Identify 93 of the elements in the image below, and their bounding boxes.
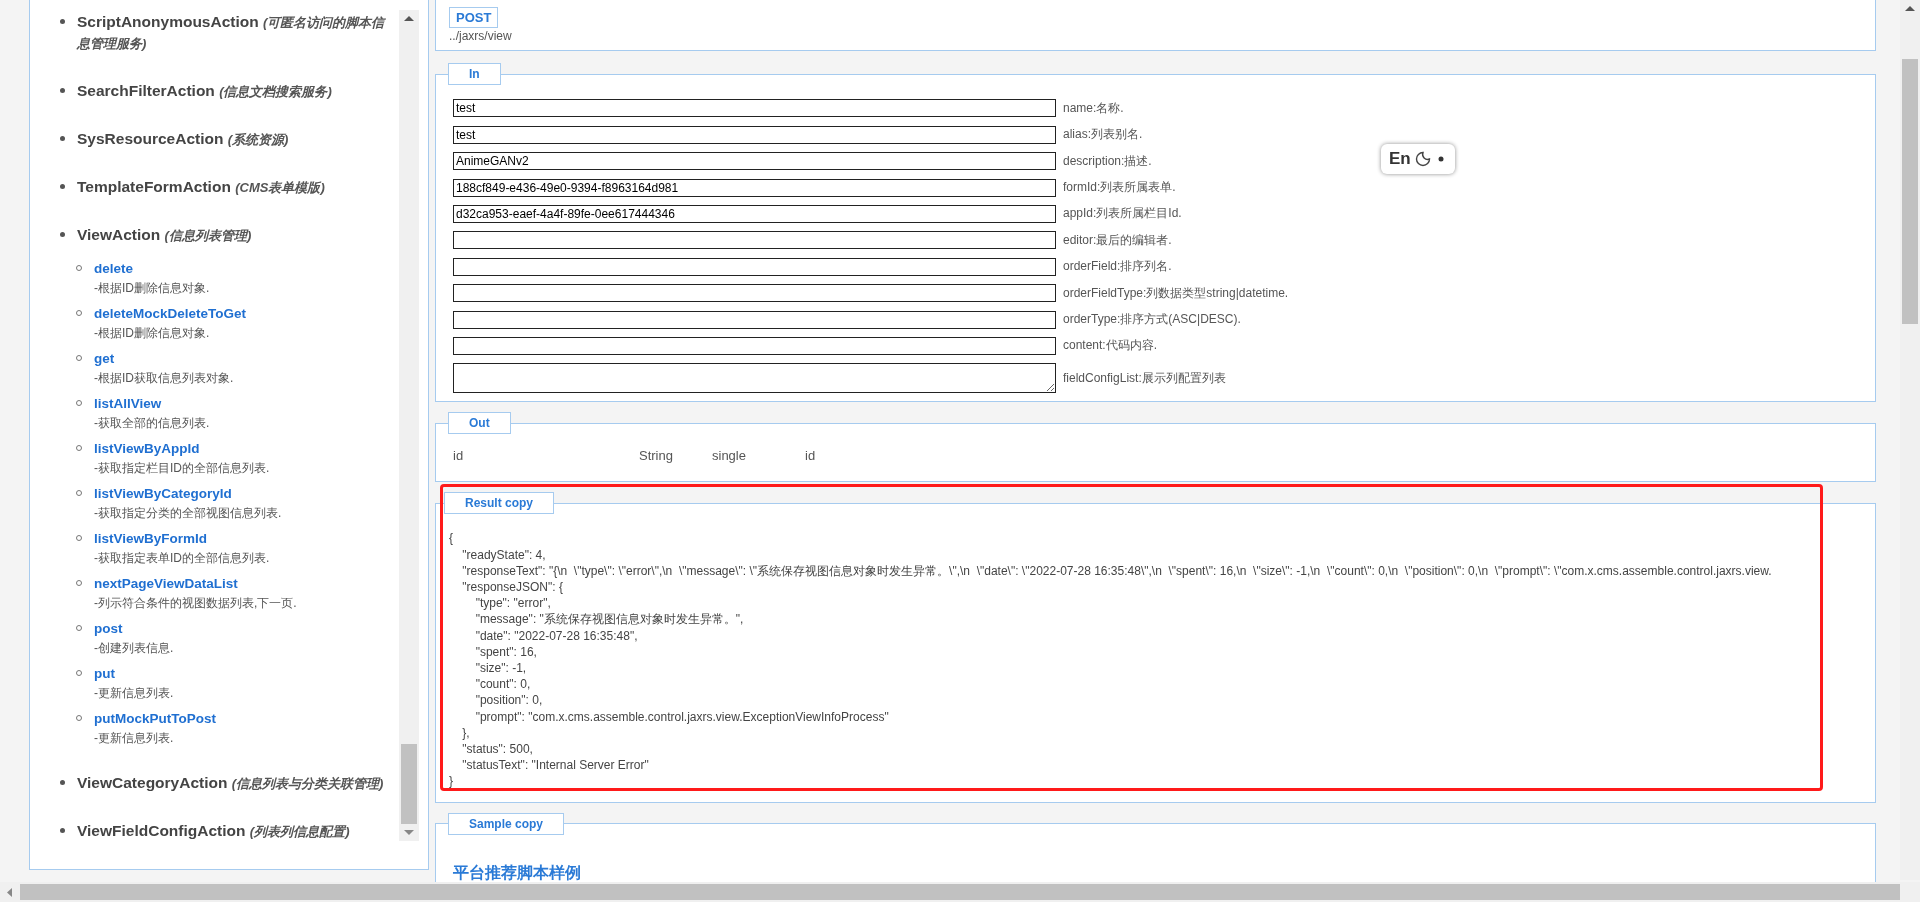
- method-link[interactable]: nextPageViewDataList: [94, 575, 297, 593]
- page-scrollbar[interactable]: [1900, 0, 1920, 880]
- code-line: "responseText": "{\n \"type\": \"error\",\n \"message\": \"系统保存视图信息对象时发生异常。\",\n \"date\": \"2022-07-28 16:35:48\",\n \"spent\": 16,\n \"size\": -1,\n \"count\": 0,\n \"position\": 0,\n \"prompt\": \"com.x.cms.assemble.control.jaxrs.view.: [461, 562, 1773, 579]
- field-label: name:名称.: [1063, 99, 1124, 117]
- method-badge: POST: [449, 7, 499, 28]
- code-line: "readyState": 4,: [461, 546, 547, 563]
- field-label: alias:列表别名.: [1063, 126, 1143, 144]
- field-label: appId:列表所属栏目Id.: [1063, 205, 1182, 223]
- scrollbar[interactable]: [399, 10, 419, 841]
- bullet-icon: [60, 88, 65, 93]
- field-label: description:描述.: [1063, 152, 1152, 170]
- bullet-icon: [60, 232, 65, 237]
- section-legend: Sample copy: [448, 812, 565, 835]
- moon-icon: [1414, 151, 1431, 167]
- group-title[interactable]: ScriptAnonymousAction (可匿名访问的脚本信息管理服务): [77, 12, 395, 54]
- method-description: -获取指定分类的全部视图信息列表.: [94, 505, 282, 521]
- method-description: -获取指定栏目ID的全部信息列表.: [94, 460, 270, 476]
- method-link[interactable]: listViewByFormId: [94, 530, 270, 548]
- group-title[interactable]: SysResourceAction (系统资源): [77, 129, 395, 150]
- method-description: -更新信息列表.: [94, 685, 174, 701]
- field-label: content:代码内容.: [1063, 337, 1158, 355]
- input-field[interactable]: [453, 231, 1056, 250]
- code-line: "position": 0,: [474, 692, 544, 709]
- input-field[interactable]: 188cf849-e436-49e0-9394-f8963164d981: [453, 178, 1056, 197]
- method-link[interactable]: listViewByAppId: [94, 440, 270, 458]
- input-field[interactable]: [453, 257, 1056, 276]
- field-label: orderFieldType:列数据类型string|datetime.: [1063, 284, 1289, 302]
- input-field[interactable]: [453, 310, 1056, 329]
- method-description: -创建列表信息.: [94, 640, 174, 656]
- code-line: "responseJSON": {: [461, 578, 564, 596]
- input-field[interactable]: d32ca953-eaef-4a4f-89fe-0ee617444346: [453, 204, 1056, 223]
- input-field[interactable]: test: [453, 99, 1056, 118]
- output-cell-text: single: [712, 448, 747, 464]
- method-link[interactable]: post: [94, 620, 174, 638]
- code-line: }: [449, 773, 454, 790]
- code-line: "size": -1,: [474, 659, 528, 677]
- field-label: editor:最后的编辑者.: [1063, 231, 1172, 249]
- scrollbar-thumb[interactable]: [401, 744, 417, 824]
- field-label: orderField:排序列名.: [1063, 258, 1172, 276]
- input-field[interactable]: [453, 336, 1056, 355]
- method-link[interactable]: delete: [94, 260, 210, 278]
- scrollbar-thumb[interactable]: [1902, 59, 1918, 324]
- bullet-icon: [60, 780, 65, 785]
- code-line: "spent": 16,: [474, 643, 538, 660]
- section-legend: Result copy: [444, 492, 554, 515]
- code-line: "type": "error",: [474, 595, 552, 612]
- field-label: formId:列表所属表单.: [1063, 179, 1176, 197]
- section-legend: Out: [448, 412, 511, 435]
- group-title[interactable]: TemplateFormAction (CMS表单模版): [77, 177, 395, 198]
- bullet-icon: [60, 19, 65, 24]
- group-title[interactable]: SearchFilterAction (信息文档搜索服务): [77, 81, 395, 102]
- horizontal-scrollbar[interactable]: [0, 882, 1920, 902]
- code-line: },: [461, 724, 471, 741]
- code-line: "message": "系统保存视图信息对象时发生异常。",: [474, 611, 745, 628]
- field-label: fieldConfigList:展示列配置列表: [1063, 369, 1226, 387]
- code-line: "statusText": "Internal Server Error": [461, 757, 650, 774]
- input-field[interactable]: [453, 363, 1056, 394]
- code-line: "count": 0,: [474, 676, 532, 693]
- method-description: -获取指定表单ID的全部信息列表.: [94, 550, 270, 566]
- input-field[interactable]: test: [453, 125, 1056, 144]
- code-line: {: [449, 530, 454, 547]
- method-description: -根据ID获取信息列表对象.: [94, 370, 234, 386]
- field-label: orderType:排序方式(ASC|DESC).: [1063, 311, 1241, 328]
- input-field[interactable]: [453, 284, 1056, 303]
- method-description: -列示符合条件的视图数据列表,下一页.: [94, 595, 297, 611]
- group-title[interactable]: ViewFieldConfigAction (列表列信息配置): [77, 821, 395, 842]
- method-description: -根据ID删除信息对象.: [94, 325, 211, 341]
- group-title[interactable]: ViewAction (信息列表管理): [77, 225, 395, 246]
- scrollbar-thumb[interactable]: [20, 884, 1900, 900]
- input-field[interactable]: AnimeGANv2: [453, 152, 1056, 171]
- method-link[interactable]: listAllView: [94, 395, 210, 413]
- endpoint-path: ../jaxrs/view: [449, 29, 513, 43]
- sample-heading: 平台推荐脚本样例: [453, 862, 582, 883]
- group-title[interactable]: ViewCategoryAction (信息列表与分类关联管理): [77, 773, 395, 794]
- method-description: -根据ID删除信息对象.: [94, 280, 210, 296]
- bullet-icon: [60, 828, 65, 833]
- code-line: "prompt": "com.x.cms.assemble.control.jaxrs.view.ExceptionViewInfoProcess": [474, 708, 890, 725]
- method-link[interactable]: listViewByCategoryId: [94, 485, 282, 503]
- output-cell: id: [805, 448, 816, 464]
- bullet-icon: [60, 136, 65, 141]
- section-legend: In: [448, 63, 501, 85]
- ime-indicator[interactable]: En: [1381, 144, 1455, 174]
- method-link[interactable]: deleteMockDeleteToGet: [94, 305, 247, 323]
- code-line: "date": "2022-07-28 16:35:48",: [474, 627, 639, 644]
- output-cell-text: String: [639, 448, 674, 464]
- output-cell-text: id: [453, 448, 465, 464]
- method-description: -更新信息列表.: [94, 730, 175, 746]
- method-description: -获取全部的信息列表.: [94, 415, 210, 431]
- bullet-icon: [60, 184, 65, 189]
- method-link[interactable]: get: [94, 350, 234, 368]
- method-link[interactable]: put: [94, 665, 174, 683]
- method-link[interactable]: putMockPutToPost: [94, 710, 216, 728]
- code-line: "status": 500,: [461, 740, 534, 758]
